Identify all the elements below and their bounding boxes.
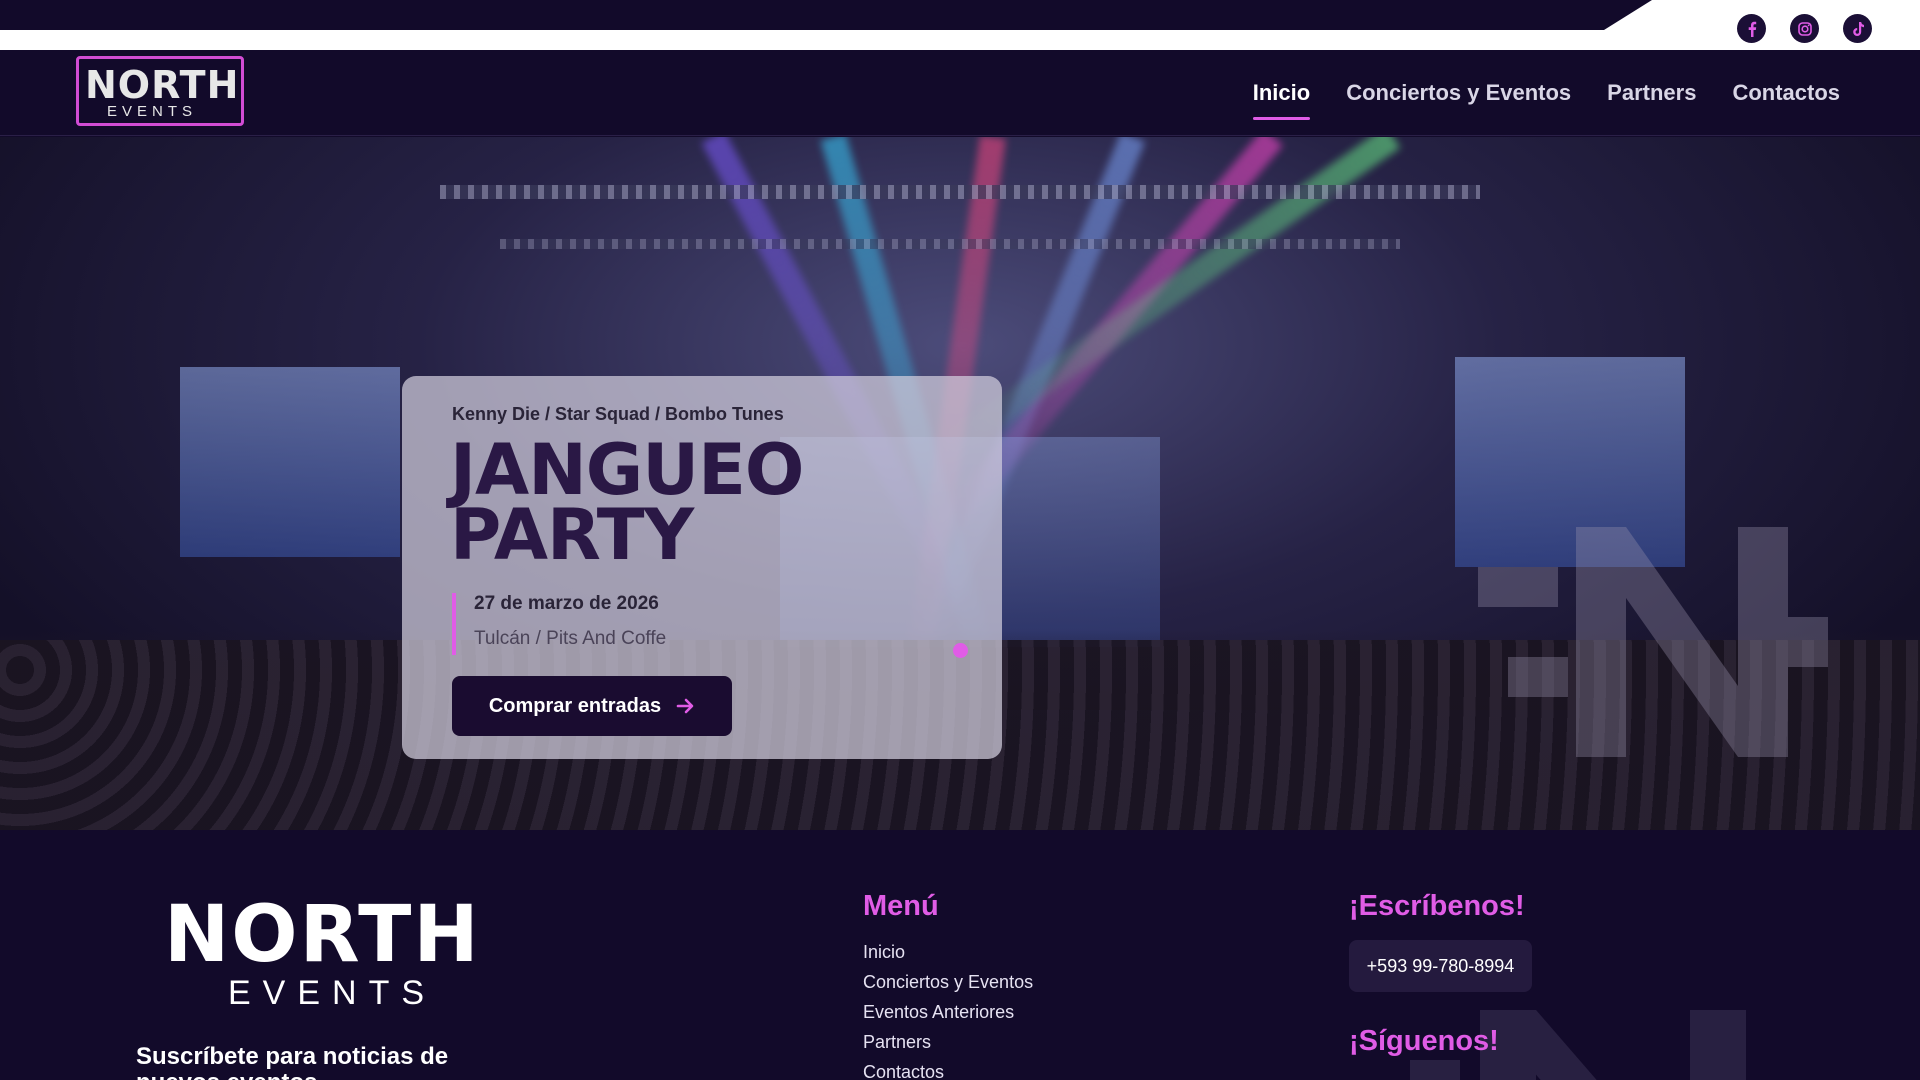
footer-menu-contactos[interactable]: Contactos xyxy=(863,1062,1033,1080)
footer-menu-partners[interactable]: Partners xyxy=(863,1032,1033,1053)
footer-menu-inicio[interactable]: Inicio xyxy=(863,942,1033,963)
event-card: Kenny Die / Star Squad / Bombo Tunes JAN… xyxy=(402,376,1002,759)
phone-button[interactable]: +593 99-780-8994 xyxy=(1349,940,1532,992)
write-title: ¡Escríbenos! xyxy=(1349,890,1525,922)
footer-logo-events: EVENTS xyxy=(228,974,437,1012)
site-header: NORTH EVENTS Inicio Conciertos y Eventos… xyxy=(0,50,1920,136)
event-title: JANGUEO PARTY xyxy=(450,435,804,576)
stage-screen-left xyxy=(180,367,400,557)
buy-tickets-label: Comprar entradas xyxy=(488,694,662,717)
buy-tickets-button[interactable]: Comprar entradas xyxy=(452,676,732,736)
event-artists: Kenny Die / Star Squad / Bombo Tunes xyxy=(452,404,784,424)
logo-text-events: EVENTS xyxy=(107,103,198,120)
social-links xyxy=(1737,14,1872,43)
nav-item-partners[interactable]: Partners xyxy=(1607,80,1696,120)
menu-title: Menú xyxy=(863,890,939,922)
nav-item-conciertos[interactable]: Conciertos y Eventos xyxy=(1346,80,1571,120)
arrow-right-icon xyxy=(676,698,694,714)
nav-item-contactos[interactable]: Contactos xyxy=(1732,80,1840,120)
instagram-icon[interactable] xyxy=(1790,14,1819,43)
site-footer: NORTH EVENTS Suscríbete para noticias de… xyxy=(0,830,1920,1080)
follow-title: ¡Síguenos! xyxy=(1349,1025,1499,1057)
footer-logo-north: NORTH xyxy=(164,890,481,980)
north-events-logo[interactable]: NORTH EVENTS xyxy=(76,56,244,126)
event-info: 27 de marzo de 2026 Tulcán / Pits And Co… xyxy=(452,593,666,655)
event-place: Tulcán / Pits And Coffe xyxy=(474,628,667,649)
hero-banner: Kenny Die / Star Squad / Bombo Tunes JAN… xyxy=(0,137,1920,830)
logo-text-north: NORTH xyxy=(85,63,240,107)
carousel-dot-active[interactable] xyxy=(953,643,968,658)
subscribe-text: Suscríbete para noticias de nuevos event… xyxy=(136,1043,449,1080)
footer-menu-conciertos[interactable]: Conciertos y Eventos xyxy=(863,972,1033,993)
tiktok-icon[interactable] xyxy=(1843,14,1872,43)
main-nav: Inicio Conciertos y Eventos Partners Con… xyxy=(1252,80,1840,120)
stage-truss xyxy=(500,239,1400,249)
n-watermark-icon xyxy=(1478,527,1828,757)
facebook-icon[interactable] xyxy=(1737,14,1766,43)
event-title-line2: PARTY xyxy=(450,494,694,576)
nav-item-inicio[interactable]: Inicio xyxy=(1252,80,1311,120)
footer-logo[interactable]: NORTH EVENTS xyxy=(136,890,532,1012)
footer-menu-eventos-anteriores[interactable]: Eventos Anteriores xyxy=(863,1002,1033,1023)
top-strip-white xyxy=(0,30,1920,50)
event-date: 27 de marzo de 2026 xyxy=(474,593,659,614)
footer-menu: Inicio Conciertos y Eventos Eventos Ante… xyxy=(863,942,1033,1080)
stage-truss xyxy=(440,185,1480,199)
